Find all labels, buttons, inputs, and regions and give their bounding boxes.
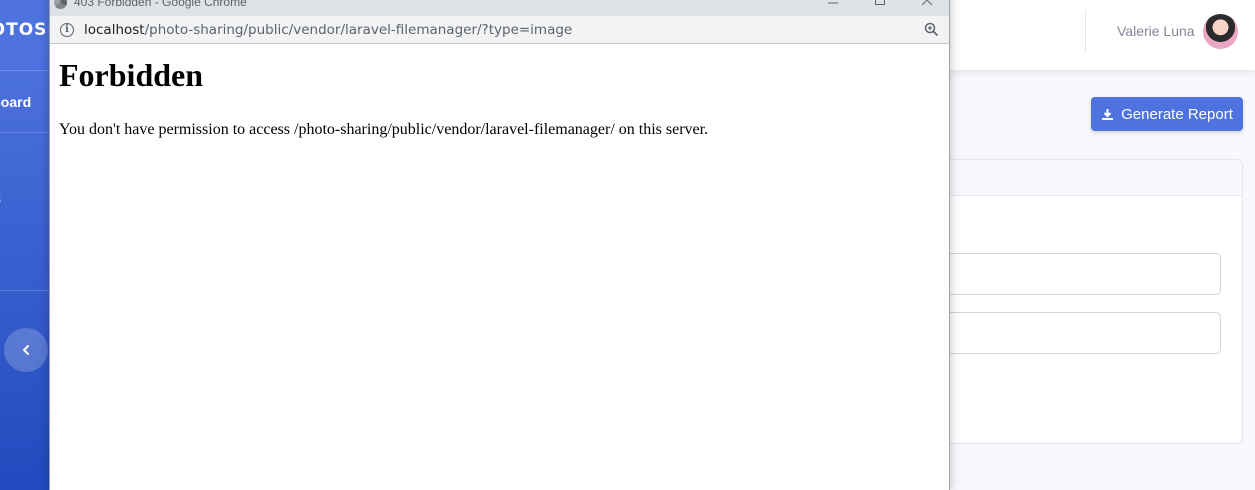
card-header [921,160,1242,196]
url-path: /photo-sharing/public/vendor/laravel-fil… [144,22,573,38]
close-icon [922,0,932,5]
maximize-button[interactable] [865,0,895,10]
form-input[interactable] [935,253,1221,295]
chrome-icon [54,0,67,9]
topbar: Valerie Luna [949,0,1255,70]
generate-report-label: Generate Report [1121,105,1233,123]
sidebar-brand[interactable]: PHOTOSHARE [0,20,49,40]
browser-popup-window: 403 Forbidden - Google Chrome i localhos… [49,0,950,490]
user-name[interactable]: Valerie Luna [1117,23,1195,39]
minimize-button[interactable] [818,0,848,10]
avatar[interactable] [1203,14,1238,49]
error-message: You don't have permission to access /pho… [59,121,709,138]
sidebar-divider [0,70,49,71]
window-title: 403 Forbidden - Google Chrome [74,0,247,9]
generate-report-button[interactable]: Generate Report [1091,97,1243,131]
sidebar-item-partial[interactable]: s [0,190,1,206]
form-card [920,159,1243,444]
sidebar-divider [0,132,49,133]
topbar-divider [1085,10,1086,52]
url-host: localhost [84,22,145,38]
sidebar: PHOTOSHARE Dashboard s [0,0,49,490]
page-title: Forbidden [59,57,204,93]
sidebar-item-dashboard[interactable]: Dashboard [0,94,31,110]
url-text[interactable]: localhost/photo-sharing/public/vendor/la… [84,22,572,38]
download-icon [1102,108,1114,120]
page-content: Forbidden You don't have permission to a… [50,45,949,139]
address-bar[interactable]: i localhost/photo-sharing/public/vendor/… [50,16,949,44]
sidebar-toggle-button[interactable] [4,328,48,372]
maximize-icon [875,0,885,5]
sidebar-divider [0,290,49,291]
chevron-left-icon [22,345,29,355]
minimize-icon [828,2,838,4]
info-icon[interactable]: i [60,23,74,37]
close-button[interactable] [912,0,942,10]
window-titlebar: 403 Forbidden - Google Chrome [50,0,949,16]
form-input[interactable] [935,312,1221,354]
zoom-icon[interactable] [924,22,939,37]
